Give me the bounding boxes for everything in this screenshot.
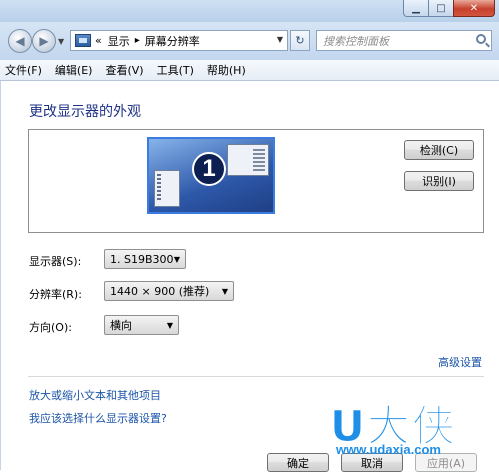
divider bbox=[28, 376, 484, 377]
resolution-select[interactable]: 1440 × 900 (推荐) ▼ bbox=[104, 281, 234, 301]
page-title: 更改显示器的外观 bbox=[29, 104, 141, 120]
chevron-down-icon: ▼ bbox=[221, 287, 228, 296]
display-settings-help-link[interactable]: 我应该选择什么显示器设置? bbox=[29, 410, 167, 426]
resolution-label: 分辨率(R): bbox=[29, 288, 82, 301]
monitor-number-badge: 1 bbox=[192, 152, 226, 186]
breadcrumb-screen-resolution[interactable]: 屏幕分辨率 bbox=[145, 33, 200, 49]
menu-view[interactable]: 查看(V) bbox=[105, 62, 143, 78]
main-content: 更改显示器的外观 1 检测(C) 识别(I) 显示器(S): 1. S19B30… bbox=[0, 81, 499, 472]
maximize-icon: □ bbox=[436, 2, 446, 14]
close-button[interactable]: ✕ bbox=[453, 0, 495, 17]
breadcrumb-display[interactable]: 显示 bbox=[108, 33, 130, 49]
detect-button[interactable]: 检测(C) bbox=[404, 140, 474, 160]
menu-bar: 文件(F) 编辑(E) 查看(V) 工具(T) 帮助(H) bbox=[0, 60, 499, 81]
monitor-thumbnail[interactable]: 1 bbox=[147, 137, 275, 214]
chevron-down-icon: ▼ bbox=[58, 37, 65, 46]
display-select[interactable]: 1. S19B300 ▼ bbox=[104, 249, 186, 269]
address-prefix[interactable]: « bbox=[95, 34, 102, 47]
chevron-down-icon: ▼ bbox=[276, 35, 283, 44]
search-icon[interactable] bbox=[476, 34, 486, 44]
window-thumbnail-icon bbox=[154, 170, 180, 207]
orientation-select-value: 横向 bbox=[110, 319, 132, 332]
menu-tools[interactable]: 工具(T) bbox=[157, 62, 194, 78]
menu-edit[interactable]: 编辑(E) bbox=[55, 62, 93, 78]
text-size-link[interactable]: 放大或缩小文本和其他项目 bbox=[29, 387, 161, 403]
breadcrumb-separator[interactable]: ▸ bbox=[135, 35, 140, 46]
address-bar[interactable]: « 显示 ▸ 屏幕分辨率 ▼ bbox=[70, 30, 288, 51]
menu-help[interactable]: 帮助(H) bbox=[207, 62, 246, 78]
refresh-button[interactable]: ↻ bbox=[290, 30, 310, 51]
resolution-select-value: 1440 × 900 (推荐) bbox=[110, 285, 210, 298]
ok-button[interactable]: 确定 bbox=[267, 453, 329, 472]
identify-button[interactable]: 识别(I) bbox=[404, 171, 474, 191]
display-label: 显示器(S): bbox=[29, 255, 82, 268]
refresh-icon: ↻ bbox=[295, 34, 305, 47]
arrow-right-icon: ▶ bbox=[39, 34, 49, 48]
orientation-select[interactable]: 横向 ▼ bbox=[104, 315, 179, 335]
display-select-value: 1. S19B300 bbox=[110, 252, 174, 266]
menu-file[interactable]: 文件(F) bbox=[5, 62, 42, 78]
search-placeholder: 搜索控制面板 bbox=[323, 34, 389, 48]
minimize-icon: ▁ bbox=[412, 2, 420, 14]
address-history-dropdown[interactable]: ▼ bbox=[277, 35, 283, 44]
chevron-down-icon: ▼ bbox=[166, 321, 173, 330]
arrow-left-icon: ◀ bbox=[15, 34, 25, 48]
chevron-down-icon: ▼ bbox=[173, 255, 180, 264]
search-input[interactable]: 搜索控制面板 bbox=[316, 30, 492, 51]
back-button[interactable]: ◀ bbox=[8, 29, 32, 53]
forward-button[interactable]: ▶ bbox=[32, 29, 56, 53]
navigation-bar: ◀ ▶ ▼ « 显示 ▸ 屏幕分辨率 ▼ ↻ 搜索控制面板 bbox=[0, 22, 499, 60]
close-icon: ✕ bbox=[469, 2, 479, 14]
maximize-button[interactable]: □ bbox=[428, 0, 454, 17]
watermark-logo: U大侠 www.udaxia.com bbox=[326, 392, 496, 462]
caption-buttons: ▁ □ ✕ bbox=[403, 0, 495, 18]
window-title-bar: ▁ □ ✕ bbox=[0, 0, 499, 22]
watermark-url: www.udaxia.com bbox=[336, 442, 441, 457]
control-panel-icon bbox=[75, 34, 91, 47]
orientation-label: 方向(O): bbox=[29, 321, 72, 334]
advanced-settings-link[interactable]: 高级设置 bbox=[438, 354, 482, 370]
window-thumbnail-icon bbox=[227, 144, 269, 176]
monitor-preview-panel: 1 检测(C) 识别(I) bbox=[28, 129, 484, 233]
minimize-button[interactable]: ▁ bbox=[403, 0, 429, 17]
recent-pages-dropdown[interactable]: ▼ bbox=[58, 37, 64, 46]
